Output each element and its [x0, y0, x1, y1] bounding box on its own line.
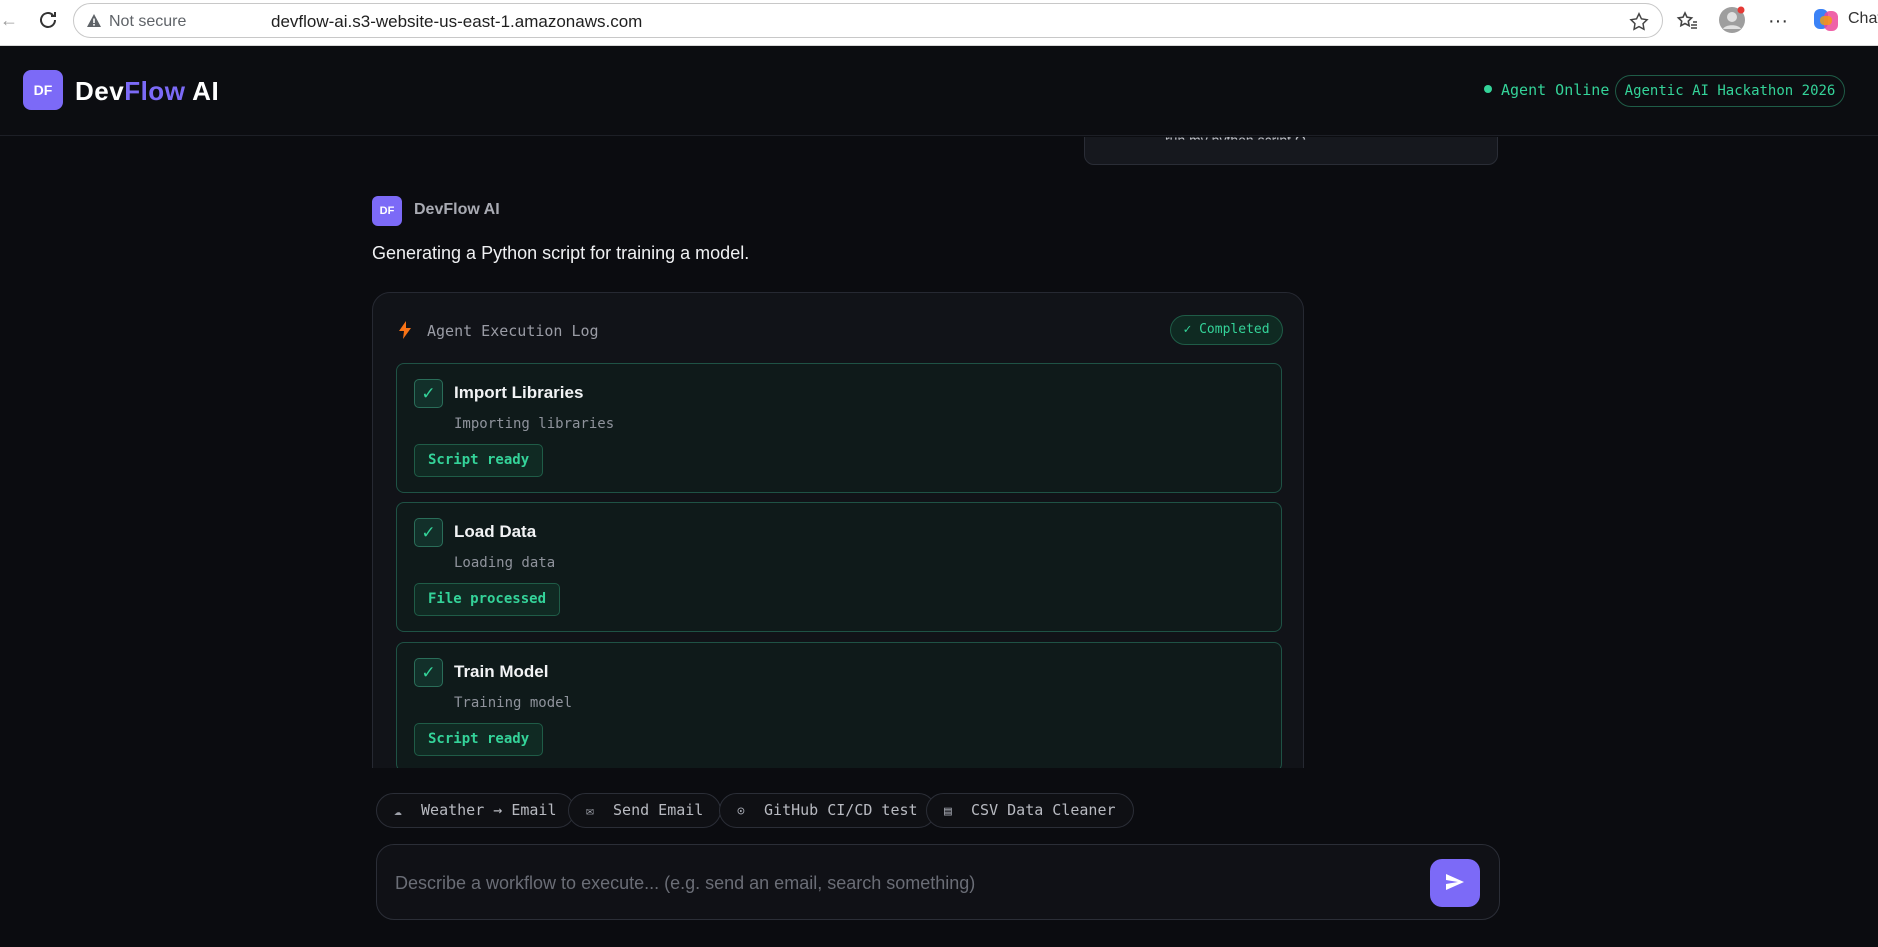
step-result-badge: File processed [414, 583, 561, 616]
quick-action-label: Send Email [613, 801, 704, 819]
previous-user-message-text: run my python script Q [1165, 137, 1306, 148]
assistant-avatar: DF [372, 196, 402, 226]
step-result-badge: Script ready [414, 723, 544, 756]
favorites-icon[interactable] [1675, 9, 1699, 33]
brand-logo: DevFlow AI [75, 76, 219, 107]
step-title: Train Model [454, 662, 549, 681]
quick-action-weather-email[interactable]: ☁ Weather → Email [376, 793, 575, 828]
lightning-icon [399, 321, 411, 339]
step-description: Loading data [454, 555, 556, 571]
step-title: Import Libraries [454, 383, 584, 402]
composer [376, 844, 1500, 920]
quick-action-csv-cleaner[interactable]: ▤ CSV Data Cleaner [926, 793, 1134, 828]
brand-dev: Dev [75, 76, 125, 106]
send-button[interactable] [1430, 859, 1480, 907]
event-badge: Agentic AI Hackathon 2026 [1615, 75, 1845, 107]
quick-action-label: GitHub CI/CD test [764, 801, 918, 819]
send-icon [1446, 873, 1464, 890]
address-bar[interactable]: Not secure devflow-ai.s3-website-us-east… [73, 3, 1663, 38]
step-title: Load Data [454, 522, 537, 541]
quick-action-send-email[interactable]: ✉ Send Email [568, 793, 722, 828]
chat-area: run my python script Q DF DevFlow AI Gen… [0, 137, 1878, 768]
step-description: Importing libraries [454, 416, 615, 432]
check-icon: ✓ [414, 518, 443, 547]
quick-action-label: CSV Data Cleaner [971, 801, 1116, 819]
execution-log-card: Agent Execution Log ✓ Completed ✓ Import… [372, 292, 1304, 768]
chat-label[interactable]: Chat [1848, 10, 1878, 28]
back-icon[interactable]: ← [0, 10, 18, 30]
document-icon: ▤ [944, 804, 952, 819]
check-icon: ✓ [414, 379, 443, 408]
previous-user-message: run my python script Q [1084, 137, 1498, 165]
quick-action-label: Weather → Email [421, 801, 557, 819]
agent-status: Agent Online [1501, 81, 1610, 99]
assistant-message: Generating a Python script for training … [372, 243, 750, 263]
bookmark-star-icon[interactable] [1628, 11, 1650, 33]
check-icon: ✓ [414, 658, 443, 687]
brand-ai: AI [185, 76, 220, 106]
more-options-icon[interactable]: ··· [1768, 9, 1792, 33]
step-result-badge: Script ready [414, 444, 544, 477]
assistant-name: DevFlow AI [414, 201, 500, 218]
url-text[interactable]: devflow-ai.s3-website-us-east-1.amazonaw… [271, 12, 642, 32]
execution-log-title: Agent Execution Log [427, 322, 599, 340]
step-card-load-data: ✓ Load Data Loading data File processed [396, 502, 1282, 632]
profile-avatar-icon[interactable] [1718, 6, 1746, 34]
logo-badge: DF [23, 70, 63, 110]
browser-toolbar: ← Not secure devflow-ai.s3-website-us-ea… [0, 0, 1878, 46]
security-label: Not secure [109, 13, 187, 30]
brand-flow: Flow [124, 76, 186, 106]
cloud-icon: ☁ [394, 804, 402, 819]
step-card-train-model: ✓ Train Model Training model Script read… [396, 642, 1282, 768]
completed-badge: ✓ Completed [1170, 315, 1283, 345]
mail-icon: ✉ [586, 804, 594, 819]
step-description: Training model [454, 695, 573, 711]
online-status-dot [1484, 85, 1492, 93]
github-icon: ⊙ [737, 804, 745, 819]
workflow-input[interactable] [395, 863, 1395, 903]
quick-action-github-cicd[interactable]: ⊙ GitHub CI/CD test [719, 793, 936, 828]
copilot-icon[interactable] [1812, 6, 1840, 34]
step-card-import-libraries: ✓ Import Libraries Importing libraries S… [396, 363, 1282, 493]
reload-icon[interactable] [36, 8, 60, 32]
warning-icon [87, 14, 101, 27]
